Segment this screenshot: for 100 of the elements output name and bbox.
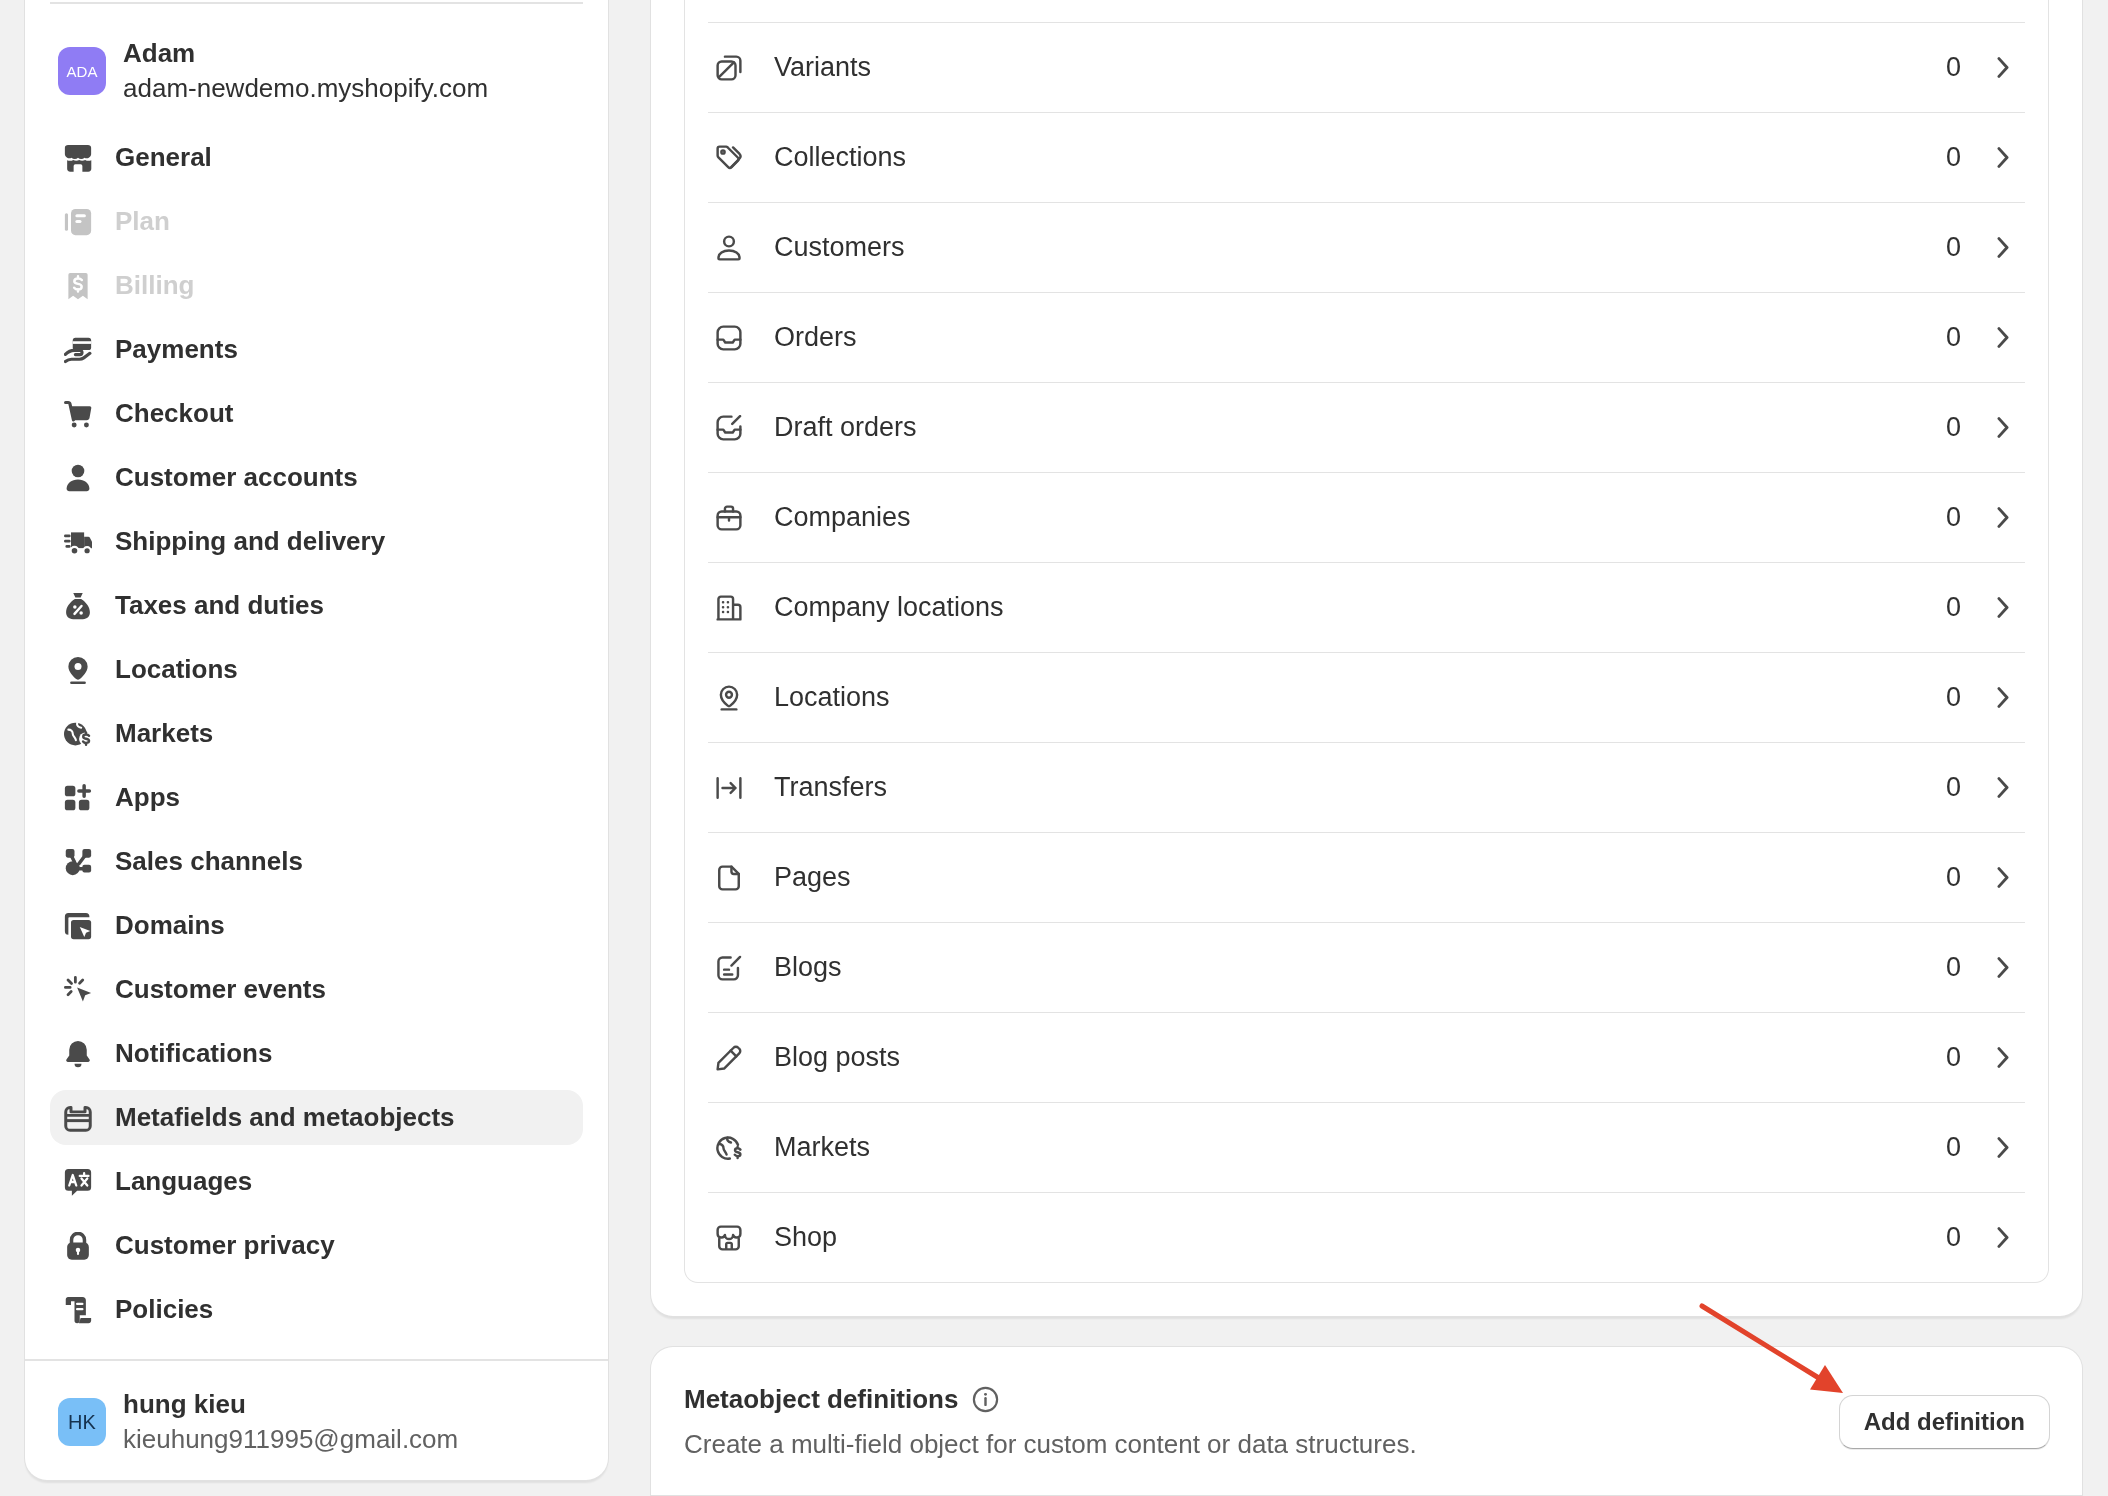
user-email: kieuhung911995@gmail.com xyxy=(123,1423,459,1456)
chevron-right-icon xyxy=(1997,147,2009,168)
row-label: Collections xyxy=(774,142,908,173)
row-count: 0 xyxy=(1945,1042,1961,1073)
nav-item[interactable]: Sales channels xyxy=(50,834,583,889)
info-icon[interactable] xyxy=(972,1385,1000,1413)
list-row[interactable]: Blog posts 0 xyxy=(708,1012,2025,1102)
inbox-pencil-icon xyxy=(716,414,742,441)
list-row[interactable]: Shop 0 xyxy=(708,1192,2025,1282)
row-label: Customers xyxy=(774,232,906,263)
globe-dollar-icon xyxy=(64,719,92,748)
list-row[interactable]: Blogs 0 xyxy=(708,922,2025,1012)
row-count: 0 xyxy=(1945,862,1961,893)
chevron-right-icon xyxy=(1997,777,2009,798)
chevron-right-icon xyxy=(1997,57,2009,78)
nav-item[interactable]: Apps xyxy=(50,770,583,825)
section-description: Create a multi-field object for custom content or data structures. xyxy=(684,1428,1417,1461)
nav-item[interactable]: Domains xyxy=(50,898,583,953)
pencil-icon xyxy=(716,1044,742,1071)
row-label: Draft orders xyxy=(774,412,918,443)
nav-item[interactable]: Languages xyxy=(50,1154,583,1209)
translate-bubble-icon xyxy=(64,1167,92,1196)
list-row[interactable]: Draft orders 0 xyxy=(708,382,2025,472)
chevron-right-icon xyxy=(1997,237,2009,258)
list-row[interactable]: Pages 0 xyxy=(708,832,2025,922)
briefcase-icon xyxy=(716,504,742,531)
hand-card-icon xyxy=(64,335,92,364)
tag-icon xyxy=(716,144,742,171)
chevron-right-icon xyxy=(1997,327,2009,348)
row-count: 0 xyxy=(1945,142,1961,173)
nav-item[interactable]: Checkout xyxy=(50,386,583,441)
row-label: Markets xyxy=(774,1132,872,1163)
list-row[interactable]: Orders 0 xyxy=(708,292,2025,382)
inbox-icon xyxy=(716,324,742,351)
scroll-icon xyxy=(64,1295,92,1324)
note-pencil-icon xyxy=(716,954,742,981)
list-row[interactable]: Company locations 0 xyxy=(708,562,2025,652)
person-icon xyxy=(716,234,742,261)
nav-item[interactable]: Shipping and delivery xyxy=(50,514,583,569)
row-count: 0 xyxy=(1945,952,1961,983)
list-row[interactable]: Markets 0 xyxy=(708,1102,2025,1192)
tray-icon xyxy=(64,1103,92,1132)
nav-item[interactable]: Customer privacy xyxy=(50,1218,583,1273)
row-label: Company locations xyxy=(774,592,1005,623)
nav-item[interactable]: Markets xyxy=(50,706,583,761)
row-label: Locations xyxy=(774,682,891,713)
nav-item[interactable]: General xyxy=(50,130,583,185)
store-icon xyxy=(64,143,92,172)
building-icon xyxy=(716,594,742,621)
row-count: 0 xyxy=(1945,52,1961,83)
row-label: Orders xyxy=(774,322,858,353)
list-row[interactable]: Transfers 0 xyxy=(708,742,2025,832)
row-count: 0 xyxy=(1945,232,1961,263)
list-row[interactable]: Customers 0 xyxy=(708,202,2025,292)
cart-icon xyxy=(64,399,92,428)
row-label: Shop xyxy=(774,1222,839,1253)
chevron-right-icon xyxy=(1997,507,2009,528)
add-definition-button[interactable]: Add definition xyxy=(1838,1394,2050,1449)
list-row[interactable]: Companies 0 xyxy=(708,472,2025,562)
nav-item[interactable]: Taxes and duties xyxy=(50,578,583,633)
chevron-right-icon xyxy=(1997,1227,2009,1248)
nav-item[interactable]: Payments xyxy=(50,322,583,377)
row-count: 0 xyxy=(1945,772,1961,803)
row-count: 0 xyxy=(1945,322,1961,353)
list-row[interactable]: Collections 0 xyxy=(708,112,2025,202)
row-count: 0 xyxy=(1945,502,1961,533)
section-title: Metaobject definitions xyxy=(684,1383,959,1416)
row-count: 0 xyxy=(1945,412,1961,443)
list-row[interactable]: Locations 0 xyxy=(708,652,2025,742)
chevron-right-icon xyxy=(1997,1047,2009,1068)
nav-item[interactable]: Customer events xyxy=(50,962,583,1017)
browser-cursor-icon xyxy=(64,911,92,940)
list-row[interactable]: Variants 0 xyxy=(708,22,2025,112)
chevron-right-icon xyxy=(1997,597,2009,618)
row-label: Companies xyxy=(774,502,912,533)
globe-dollar-icon xyxy=(716,1134,742,1161)
lock-icon xyxy=(64,1231,92,1260)
document-icon xyxy=(64,207,92,236)
store-name: Adam xyxy=(123,37,197,70)
nav-item[interactable]: Customer accounts xyxy=(50,450,583,505)
user-avatar: HK xyxy=(58,1398,106,1446)
store-domain: adam-newdemo.myshopify.com xyxy=(123,72,489,105)
nav-item[interactable]: Locations xyxy=(50,642,583,697)
user-name: hung kieu xyxy=(123,1388,247,1421)
chevron-right-icon xyxy=(1997,957,2009,978)
nav-item[interactable]: Notifications xyxy=(50,1026,583,1081)
nodes-icon xyxy=(64,847,92,876)
chevron-right-icon xyxy=(1997,867,2009,888)
store-avatar: ADA xyxy=(58,47,106,95)
row-count: 0 xyxy=(1945,682,1961,713)
nav-item[interactable]: Policies xyxy=(50,1282,583,1337)
store-icon xyxy=(716,1224,742,1251)
chevron-right-icon xyxy=(1997,417,2009,438)
chevron-right-icon xyxy=(1997,1137,2009,1158)
row-label: Transfers xyxy=(774,772,889,803)
row-label: Pages xyxy=(774,862,852,893)
row-count: 0 xyxy=(1945,1222,1961,1253)
row-label: Blog posts xyxy=(774,1042,902,1073)
page-icon xyxy=(716,864,742,891)
nav-item[interactable]: Metafields and metaobjects xyxy=(50,1090,583,1145)
